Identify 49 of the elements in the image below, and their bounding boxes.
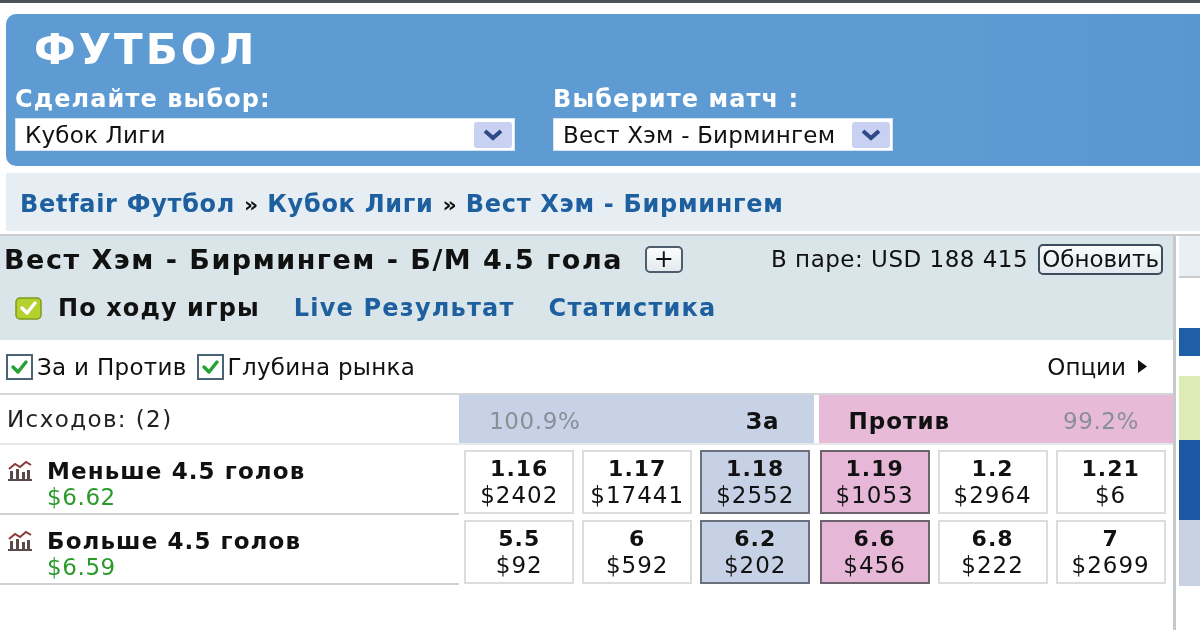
- checkbox[interactable]: [196, 353, 224, 380]
- chevron-down-icon[interactable]: [852, 121, 890, 148]
- checkbox[interactable]: [15, 296, 42, 320]
- match-select[interactable]: Вест Хэм - Бирмингем: [553, 118, 893, 151]
- runner-name: Больше 4.5 голов: [47, 527, 302, 555]
- market-title: Вест Хэм - Бирмингем - Б/М 4.5 гола: [4, 243, 623, 275]
- odds-button[interactable]: 6.2 $202: [700, 520, 811, 584]
- lay-label: Против: [848, 408, 951, 434]
- odds-button[interactable]: 7 $2699: [1055, 520, 1166, 584]
- expand-button[interactable]: +: [644, 245, 683, 273]
- odds-button[interactable]: 1.2 $2964: [937, 450, 1048, 514]
- league-select[interactable]: Кубок Лиги: [15, 118, 515, 151]
- odds-button[interactable]: 1.19 $1053: [819, 450, 930, 514]
- odds-button[interactable]: 5.5 $92: [464, 520, 575, 584]
- market-link[interactable]: Live Результат: [293, 294, 515, 322]
- back-label: За: [745, 408, 780, 434]
- refresh-button[interactable]: Обновить: [1038, 243, 1163, 275]
- breadcrumb-link[interactable]: Вест Хэм - Бирмингем: [465, 190, 784, 218]
- bar-chart-icon[interactable]: [7, 530, 33, 552]
- select-label: Выберите матч :: [553, 86, 800, 112]
- triangle-right-icon: [1138, 360, 1147, 373]
- bar-chart-icon[interactable]: [7, 460, 33, 482]
- breadcrumb-link[interactable]: Betfair Футбол: [20, 190, 236, 218]
- lay-percent: 99.2%: [1062, 408, 1139, 434]
- breadcrumb-separator: »: [244, 191, 259, 217]
- options-menu-button[interactable]: Опции: [1047, 353, 1147, 380]
- runner-name: Меньше 4.5 голов: [47, 457, 306, 485]
- in-play-label: По ходу игры: [58, 294, 260, 322]
- select-label: Сделайте выбор:: [15, 86, 271, 112]
- odds-button[interactable]: 6.6 $456: [819, 520, 930, 584]
- checkbox-label: Глубина рынка: [227, 353, 416, 380]
- market-link[interactable]: Статистика: [548, 294, 717, 322]
- odds-button[interactable]: 1.17 $17441: [582, 450, 693, 514]
- odds-button[interactable]: 6 $592: [582, 520, 693, 584]
- checkbox-label: За и Против: [37, 353, 187, 380]
- matched-amount: В паре: USD 188 415: [771, 246, 1029, 272]
- breadcrumb-link[interactable]: Кубок Лиги: [267, 190, 434, 218]
- page-title: ФУТБОЛ: [34, 28, 258, 72]
- outcomes-count: Исходов: (2): [7, 406, 173, 432]
- odds-button[interactable]: 1.16 $2402: [464, 450, 575, 514]
- checkbox[interactable]: [6, 353, 33, 380]
- chevron-down-icon[interactable]: [474, 121, 512, 148]
- breadcrumb-separator: »: [442, 191, 457, 217]
- odds-button[interactable]: 1.18 $2552: [700, 450, 811, 514]
- runner-profit: $6.62: [47, 485, 116, 509]
- runner-profit: $6.59: [47, 555, 116, 579]
- odds-button[interactable]: 6.8 $222: [937, 520, 1048, 584]
- back-percent: 100.9%: [489, 408, 581, 434]
- odds-button[interactable]: 1.21 $6: [1055, 450, 1166, 514]
